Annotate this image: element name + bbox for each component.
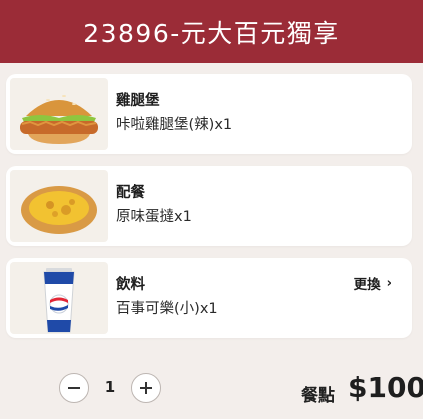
combo-item-burger: 雞腿堡 咔啦雞腿堡(辣)x1 bbox=[6, 74, 412, 154]
combo-item-drink: 飲料 百事可樂(小)x1 更換 › bbox=[6, 258, 412, 338]
price-label: 餐點 bbox=[301, 386, 335, 406]
page-title: 23896-元大百元獨享 bbox=[83, 18, 340, 48]
price-value: $100 bbox=[348, 371, 423, 404]
change-label: 更換 bbox=[353, 277, 381, 293]
chicken-burger-image bbox=[10, 78, 108, 150]
egg-tart-image bbox=[10, 170, 108, 242]
item-category: 配餐 bbox=[116, 185, 145, 201]
quantity-value: 1 bbox=[104, 378, 116, 396]
chevron-right-icon: › bbox=[386, 275, 392, 291]
quantity-increase-button[interactable] bbox=[131, 373, 161, 403]
quantity-decrease-button[interactable] bbox=[59, 373, 89, 403]
pepsi-cup-image bbox=[10, 262, 108, 334]
change-drink-button[interactable]: 更換 › bbox=[353, 273, 392, 294]
order-footer: 1 餐點 $100 bbox=[0, 362, 423, 419]
plus-icon bbox=[140, 382, 152, 394]
header-bar: 23896-元大百元獨享 bbox=[0, 0, 423, 63]
item-name: 百事可樂(小)x1 bbox=[116, 301, 218, 317]
minus-icon bbox=[68, 387, 80, 389]
item-category: 飲料 bbox=[116, 277, 145, 293]
item-name: 咔啦雞腿堡(辣)x1 bbox=[116, 117, 233, 133]
item-category: 雞腿堡 bbox=[116, 93, 160, 109]
item-name: 原味蛋撻x1 bbox=[116, 209, 192, 225]
combo-item-side: 配餐 原味蛋撻x1 bbox=[6, 166, 412, 246]
